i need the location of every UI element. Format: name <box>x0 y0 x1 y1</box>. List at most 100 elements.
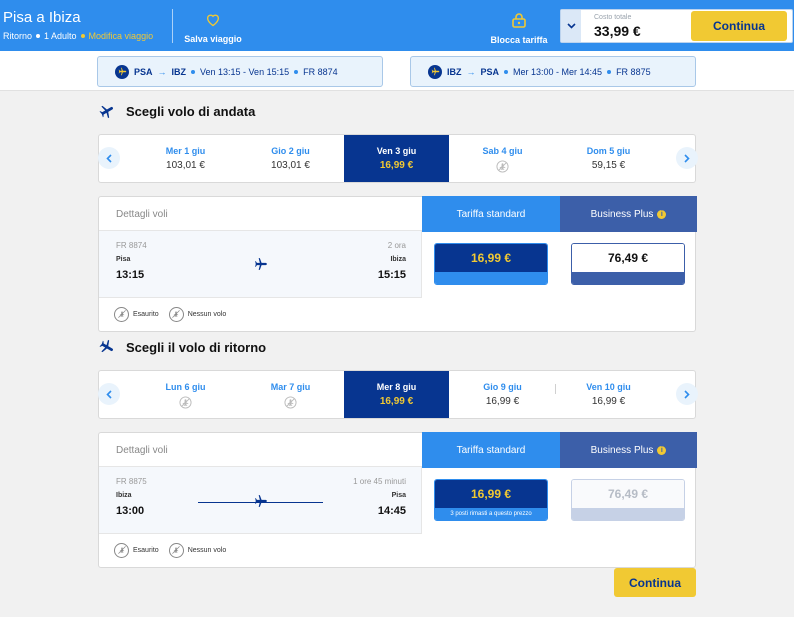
flight-row[interactable]: FR 8874 2 ora Pisa Ibiza 13:15 15:15 <box>99 231 422 297</box>
outbound-origin: PSA <box>134 66 153 77</box>
return-destination: PSA <box>480 66 500 77</box>
sold-out-label: Esaurito <box>133 310 159 318</box>
prev-dates-button[interactable] <box>98 147 120 169</box>
date-label: Gio 9 giu <box>483 382 522 392</box>
business-plus-fare-option[interactable]: 76,49 € <box>571 243 685 285</box>
outbound-flight-number: FR 8874 <box>303 66 338 77</box>
separator-dot <box>191 69 196 74</box>
date-option[interactable]: Gio 2 giu 103,01 € <box>238 135 343 182</box>
continue-button-bottom[interactable]: Continua <box>614 568 696 597</box>
lock-icon <box>512 13 526 28</box>
heart-icon <box>206 14 220 27</box>
chevron-left-icon <box>106 153 112 163</box>
legend: Esaurito Nessun volo <box>99 297 422 330</box>
date-option[interactable]: Mar 7 giu <box>238 371 343 418</box>
date-option[interactable]: Ven 10 giu 16,99 € <box>556 371 661 418</box>
arrival-time: 14:45 <box>377 505 406 517</box>
flight-duration: 2 ora <box>387 241 406 250</box>
date-label: Mar 7 giu <box>270 382 311 392</box>
destination-city: Pisa <box>391 492 406 499</box>
departure-time: 13:00 <box>116 505 145 517</box>
date-price: 103,01 € <box>166 160 205 171</box>
info-icon[interactable]: i <box>657 209 667 219</box>
return-flight-number: FR 8875 <box>616 66 651 77</box>
total-cost-label: Costo totale <box>594 14 632 21</box>
standard-fare-header[interactable]: Tariffa standard <box>422 432 560 468</box>
business-plus-header[interactable]: Business Plus i <box>560 196 697 232</box>
date-option[interactable]: Sab 4 giu <box>450 135 555 182</box>
save-trip-label: Salva viaggio <box>184 34 242 44</box>
date-price: 16,99 € <box>485 396 520 407</box>
date-label: Sab 4 giu <box>482 146 523 156</box>
no-flight-icon <box>496 160 509 175</box>
plane-icon <box>255 258 267 270</box>
date-option[interactable]: Dom 5 giu 59,15 € <box>556 135 661 182</box>
flight-row[interactable]: FR 8875 1 ore 45 minuti Ibiza Pisa 13:00… <box>99 467 422 533</box>
prev-dates-button[interactable] <box>98 383 120 405</box>
lock-fare-button[interactable]: Blocca tariffa <box>488 12 550 45</box>
return-origin: IBZ <box>447 66 462 77</box>
save-trip-button[interactable]: Salva viaggio <box>183 12 243 44</box>
origin-city: Ibiza <box>116 492 132 499</box>
business-plus-fare-option[interactable]: 76,49 € <box>571 479 685 521</box>
return-flight-card: Dettagli voli Tariffa standard Business … <box>98 432 697 568</box>
return-title-text: Scegli il volo di ritorno <box>126 339 267 355</box>
date-option[interactable]: Gio 9 giu 16,99 € <box>450 371 555 418</box>
no-flight-label: Nessun volo <box>187 546 227 554</box>
date-label: Mer 8 giu <box>376 382 417 392</box>
legend-item: Nessun volo <box>168 306 226 322</box>
return-date-selector: Lun 6 giu Mar 7 giu Mer 8 giu 16,99 € Gi… <box>98 370 698 419</box>
price-expand-toggle[interactable] <box>561 10 581 42</box>
modify-trip-link[interactable]: Modifica viaggio <box>89 31 154 41</box>
sold-out-icon <box>114 542 129 558</box>
flight-number: FR 8875 <box>116 477 147 486</box>
info-icon[interactable]: i <box>657 445 667 455</box>
plane-landing-icon <box>99 339 113 353</box>
legend-item: Esaurito <box>114 542 159 558</box>
return-summary-pill[interactable]: IBZ → PSA Mer 13:00 - Mer 14:45 FR 8875 <box>410 56 696 87</box>
sold-out-icon <box>114 306 129 322</box>
plane-icon <box>115 64 129 79</box>
next-dates-button[interactable] <box>676 147 698 169</box>
business-plus-price: 76,49 € <box>572 480 684 508</box>
no-flight-icon <box>168 306 184 322</box>
date-label: Dom 5 giu <box>586 146 631 156</box>
date-option[interactable]: Mer 1 giu 103,01 € <box>133 135 238 182</box>
flight-number: FR 8874 <box>116 241 147 250</box>
destination-city: Ibiza <box>390 256 406 263</box>
date-price: 16,99 € <box>379 160 414 171</box>
date-option[interactable]: Lun 6 giu <box>133 371 238 418</box>
standard-fare-price: 16,99 € <box>435 480 547 508</box>
standard-fare-option[interactable]: 16,99 € 3 posti rimasti a questo prezzo <box>434 479 548 521</box>
trip-type: Ritorno <box>3 31 33 41</box>
trip-summary: Ritorno 1 Adulto Modifica viaggio <box>3 31 153 41</box>
date-label: Mer 1 giu <box>165 146 206 156</box>
flight-details-header: Dettagli voli <box>99 197 422 231</box>
top-header: Pisa a Ibiza Ritorno 1 Adulto Modifica v… <box>0 0 794 51</box>
date-option-selected[interactable]: Mer 8 giu 16,99 € <box>344 371 449 418</box>
date-option-selected[interactable]: Ven 3 giu 16,99 € <box>344 135 449 182</box>
total-cost-value: 33,99 € <box>594 23 641 39</box>
return-section-title: Scegli il volo di ritorno <box>98 339 266 355</box>
arrow-right-icon: → <box>157 66 167 77</box>
date-price: 16,99 € <box>379 396 414 407</box>
flight-details-header: Dettagli voli <box>99 433 422 467</box>
separator-dot <box>294 69 299 74</box>
outbound-times: Ven 13:15 - Ven 15:15 <box>200 66 290 77</box>
passenger-count: 1 Adulto <box>44 31 77 41</box>
plane-takeoff-icon <box>99 105 113 119</box>
legend-item: Nessun volo <box>168 542 227 558</box>
next-dates-button[interactable] <box>676 383 698 405</box>
arrow-right-icon: → <box>466 66 476 77</box>
return-times: Mer 13:00 - Mer 14:45 <box>513 66 603 77</box>
legend: Esaurito Nessun volo <box>99 533 422 566</box>
plane-icon <box>428 64 442 79</box>
business-plus-header[interactable]: Business Plus i <box>560 432 697 468</box>
departure-time: 13:15 <box>116 269 145 281</box>
standard-fare-option[interactable]: 16,99 € <box>434 243 548 285</box>
chevron-right-icon <box>684 153 690 163</box>
standard-fare-header[interactable]: Tariffa standard <box>422 196 560 232</box>
header-divider <box>172 9 173 43</box>
continue-button-top[interactable]: Continua <box>691 11 787 41</box>
outbound-summary-pill[interactable]: PSA → IBZ Ven 13:15 - Ven 15:15 FR 8874 <box>97 56 383 87</box>
